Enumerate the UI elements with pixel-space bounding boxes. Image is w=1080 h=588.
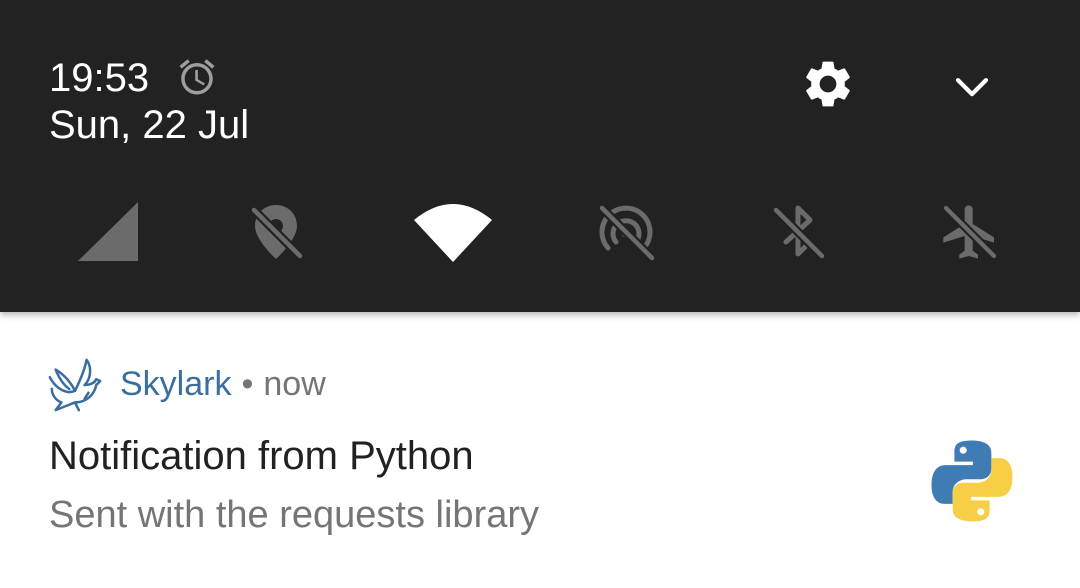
- chevron-down-icon: [955, 78, 989, 97]
- tile-airplane-mode[interactable]: [938, 200, 1002, 264]
- clock-date: Sun, 22 Jul: [49, 103, 250, 147]
- notification-text: Sent with the requests library: [49, 494, 540, 536]
- notification-card[interactable]: Skylark • now Notification from Python Sen…: [0, 312, 1080, 588]
- notification-header: Skylark • now: [120, 364, 326, 404]
- tile-location[interactable]: [244, 200, 308, 264]
- header-separator: •: [241, 365, 254, 403]
- clock-time: 19:53: [49, 56, 150, 100]
- notification-time: now: [263, 365, 326, 403]
- tile-mobile-signal[interactable]: [76, 200, 140, 264]
- airplane-off-icon: [942, 204, 998, 260]
- tile-bluetooth[interactable]: [766, 200, 830, 264]
- gear-icon: [806, 61, 850, 107]
- skylark-bird-icon: [46, 356, 104, 414]
- tile-hotspot[interactable]: [594, 200, 658, 264]
- signal-triangle-icon: [78, 202, 138, 261]
- tile-wifi[interactable]: [413, 196, 493, 266]
- python-logo-icon: [928, 437, 1016, 525]
- hotspot-off-icon: [598, 204, 656, 262]
- expand-button[interactable]: [944, 58, 1000, 114]
- alarm-clock-icon: [176, 56, 218, 98]
- quick-settings-panel: 19:53 Sun, 22 Jul: [0, 0, 1080, 312]
- settings-button[interactable]: [800, 56, 856, 112]
- notification-title: Notification from Python: [49, 434, 474, 478]
- bluetooth-off-icon: [772, 205, 826, 260]
- wifi-icon: [414, 204, 492, 262]
- app-name: Skylark: [120, 365, 232, 403]
- location-off-icon: [250, 205, 304, 260]
